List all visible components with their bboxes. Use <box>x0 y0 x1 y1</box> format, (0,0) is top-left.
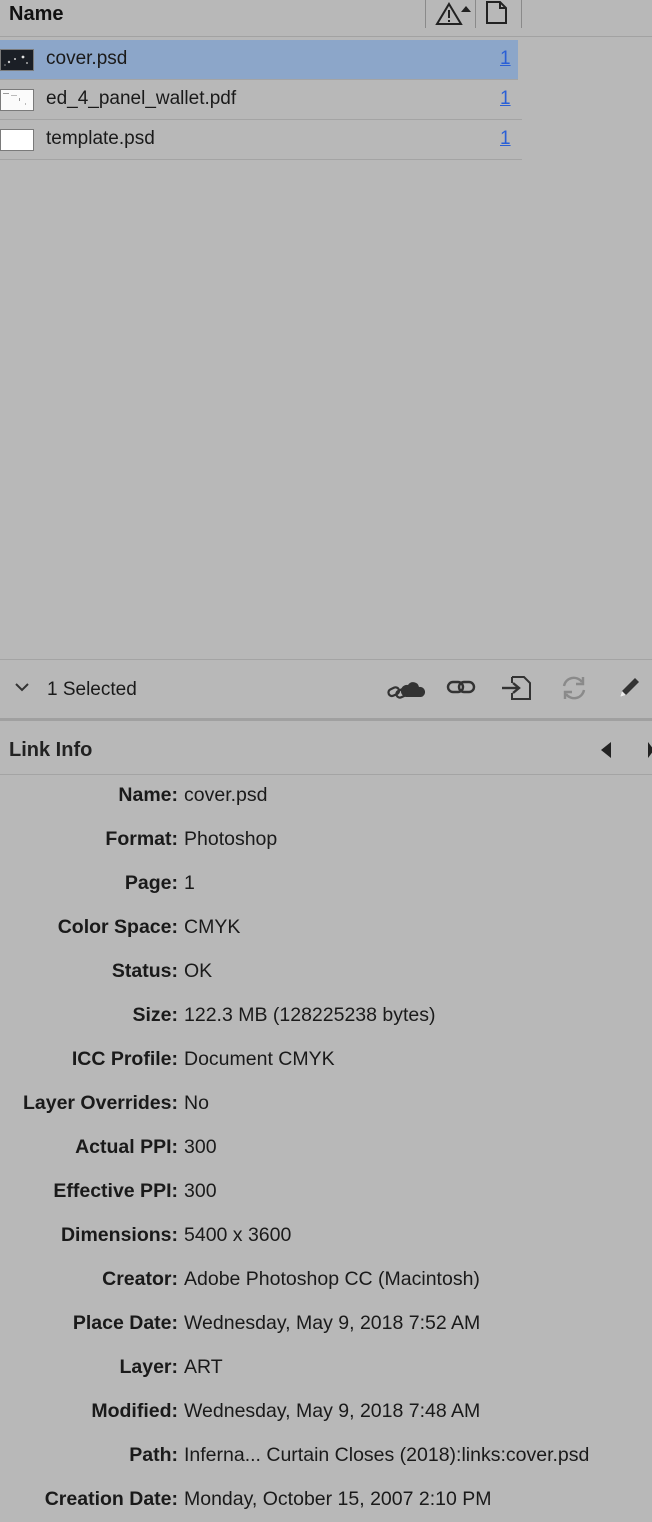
field-label: Creation Date: <box>44 1488 178 1510</box>
goto-link-icon[interactable] <box>500 673 534 708</box>
link-info-title: Link Info <box>9 739 93 761</box>
field-label: Size: <box>132 1004 178 1026</box>
info-row-size: Size: 122.3 MB (128225238 bytes) <box>0 994 652 1038</box>
field-value: Inferna... Curtain Closes (2018):links:c… <box>184 1444 590 1466</box>
cloud-link-icon[interactable] <box>386 673 426 708</box>
info-row-effective-ppi: Effective PPI: 300 <box>0 1170 652 1214</box>
info-row-status: Status: OK <box>0 950 652 994</box>
link-name: cover.psd <box>46 48 128 69</box>
field-value: No <box>184 1092 209 1114</box>
field-value: 122.3 MB (128225238 bytes) <box>184 1004 436 1026</box>
field-label: Layer: <box>119 1356 178 1378</box>
field-label: Layer Overrides: <box>22 1092 178 1114</box>
link-page-number[interactable]: 1 <box>500 88 511 110</box>
field-label: Format: <box>105 828 178 850</box>
field-value: Photoshop <box>184 828 278 850</box>
edit-original-icon[interactable] <box>614 673 644 708</box>
field-value: Monday, October 15, 2007 2:10 PM <box>184 1488 492 1510</box>
field-value: CMYK <box>184 916 241 938</box>
info-row-color-space: Color Space: CMYK <box>0 906 652 950</box>
page-icon[interactable] <box>485 0 509 31</box>
field-value: 300 <box>184 1180 217 1202</box>
link-row[interactable]: template.psd 1 <box>0 120 522 160</box>
field-label: Creator: <box>102 1268 178 1290</box>
field-value: Adobe Photoshop CC (Macintosh) <box>184 1268 480 1290</box>
column-divider[interactable] <box>521 0 522 28</box>
link-thumbnail <box>0 49 34 71</box>
link-row[interactable]: ed_4_panel_wallet.pdf 1 <box>0 80 522 120</box>
field-label: Actual PPI: <box>75 1136 178 1158</box>
field-value: OK <box>184 960 213 982</box>
info-row-dimensions: Dimensions: 5400 x 3600 <box>0 1214 652 1258</box>
relink-icon[interactable] <box>446 673 478 708</box>
field-label: Modified: <box>91 1400 178 1422</box>
field-label: Page: <box>124 872 178 894</box>
link-name: template.psd <box>46 128 155 149</box>
info-row-place-date: Place Date: Wednesday, May 9, 2018 7:52 … <box>0 1302 652 1346</box>
field-value: 1 <box>184 872 195 894</box>
link-page-number[interactable]: 1 <box>500 48 511 70</box>
info-row-page: Page: 1 <box>0 862 652 906</box>
column-divider[interactable] <box>425 0 426 28</box>
info-row-format: Format: Photoshop <box>0 818 652 862</box>
field-label: Color Space: <box>57 916 178 938</box>
column-divider[interactable] <box>475 0 476 28</box>
field-value: ART <box>184 1356 223 1378</box>
field-value: 5400 x 3600 <box>184 1224 292 1246</box>
field-value: Document CMYK <box>184 1048 335 1070</box>
field-label: Effective PPI: <box>53 1180 178 1202</box>
link-info-fields: Name: cover.psd Format: Photoshop Page: … <box>0 774 652 1522</box>
link-info-header[interactable]: Link Info <box>0 722 652 775</box>
field-label: Place Date: <box>72 1312 178 1334</box>
chevron-down-icon[interactable] <box>14 680 30 698</box>
field-label: Path: <box>129 1444 178 1466</box>
warning-sort-icon[interactable] <box>434 0 472 33</box>
link-page-number[interactable]: 1 <box>500 128 511 150</box>
info-row-layer-overrides: Layer Overrides: No <box>0 1082 652 1126</box>
link-thumbnail <box>0 89 34 111</box>
info-row-actual-ppi: Actual PPI: 300 <box>0 1126 652 1170</box>
field-label: ICC Profile: <box>71 1048 178 1070</box>
name-column-header[interactable]: Name <box>9 3 63 26</box>
link-name: ed_4_panel_wallet.pdf <box>46 88 237 109</box>
field-label: Name: <box>118 784 178 806</box>
info-row-creation-date: Creation Date: Monday, October 15, 2007 … <box>0 1478 652 1522</box>
links-list: cover.psd 1 ed_4_panel_wallet.pdf 1 temp… <box>0 40 522 160</box>
field-value: 300 <box>184 1136 217 1158</box>
link-thumbnail <box>0 129 34 151</box>
field-value: Wednesday, May 9, 2018 7:52 AM <box>184 1312 481 1334</box>
info-row-layer: Layer: ART <box>0 1346 652 1390</box>
links-toolbar: 1 Selected <box>0 659 652 721</box>
info-row-creator: Creator: Adobe Photoshop CC (Macintosh) <box>0 1258 652 1302</box>
link-row[interactable]: cover.psd 1 <box>0 40 518 80</box>
field-label: Dimensions: <box>60 1224 178 1246</box>
field-value: Wednesday, May 9, 2018 7:48 AM <box>184 1400 481 1422</box>
info-row-path: Path: Inferna... Curtain Closes (2018):l… <box>0 1434 652 1478</box>
links-list-header: Name <box>0 0 652 37</box>
info-row-name: Name: cover.psd <box>0 774 652 818</box>
next-link-icon[interactable] <box>648 742 652 758</box>
field-label: Status: <box>111 960 178 982</box>
field-value: cover.psd <box>184 784 268 806</box>
selection-count: 1 Selected <box>47 679 137 700</box>
update-link-icon[interactable] <box>558 673 590 708</box>
info-row-modified: Modified: Wednesday, May 9, 2018 7:48 AM <box>0 1390 652 1434</box>
info-row-icc-profile: ICC Profile: Document CMYK <box>0 1038 652 1082</box>
previous-link-icon[interactable] <box>601 742 611 758</box>
